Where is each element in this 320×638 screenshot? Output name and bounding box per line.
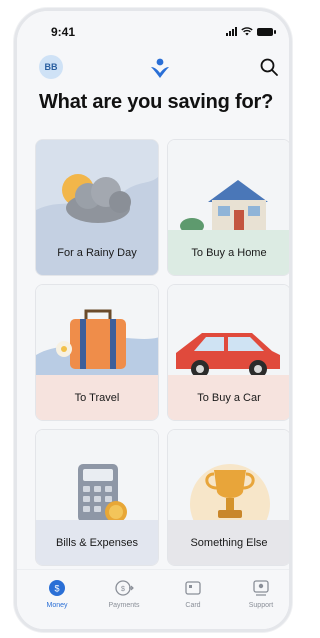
goal-card-bills[interactable]: Bills & Expenses bbox=[35, 429, 159, 566]
goal-card-something-else[interactable]: Something Else bbox=[167, 429, 289, 566]
tab-label: Card bbox=[185, 602, 201, 609]
tab-payments[interactable]: $ Payments bbox=[94, 578, 154, 609]
search-icon[interactable] bbox=[259, 57, 279, 77]
tab-money[interactable]: $ Money bbox=[27, 578, 87, 609]
wifi-icon bbox=[241, 27, 253, 36]
brand-logo-icon bbox=[151, 58, 169, 78]
goal-card-home[interactable]: To Buy a Home bbox=[167, 139, 289, 276]
goal-card-rainy-day[interactable]: For a Rainy Day bbox=[35, 139, 159, 276]
tab-support[interactable]: Support bbox=[231, 578, 289, 609]
status-bar: 9:41 bbox=[17, 25, 289, 43]
goal-label: To Buy a Car bbox=[168, 375, 289, 420]
screen: 9:41 BB What are you saving for? For a R… bbox=[17, 11, 289, 629]
goal-label: For a Rainy Day bbox=[57, 246, 137, 259]
status-time: 9:41 bbox=[51, 25, 76, 39]
tab-label: Support bbox=[248, 602, 274, 609]
tab-label: Payments bbox=[108, 602, 140, 609]
goal-label: To Travel bbox=[36, 375, 158, 420]
page-title: What are you saving for? bbox=[39, 91, 274, 113]
goal-label: Something Else bbox=[168, 520, 289, 565]
payments-icon: $ bbox=[115, 580, 134, 596]
tab-card[interactable]: Card bbox=[163, 578, 223, 609]
status-icons bbox=[226, 27, 276, 36]
phone-frame: 9:41 BB What are you saving for? For a R… bbox=[14, 8, 292, 632]
tab-label: Money bbox=[46, 602, 68, 609]
signal-icon bbox=[226, 27, 237, 36]
svg-text:$: $ bbox=[121, 586, 125, 593]
goal-card-travel[interactable]: To Travel bbox=[35, 284, 159, 421]
goal-label: Bills & Expenses bbox=[36, 520, 158, 565]
avatar[interactable]: BB bbox=[39, 55, 63, 79]
money-icon: $ bbox=[49, 580, 65, 596]
support-icon bbox=[253, 580, 269, 596]
card-icon bbox=[185, 581, 201, 595]
svg-text:$: $ bbox=[54, 584, 59, 594]
tab-bar: $ Money $ Payments Card Support bbox=[17, 569, 289, 629]
battery-icon bbox=[257, 27, 276, 36]
goal-label: To Buy a Home bbox=[168, 230, 289, 275]
goal-card-car[interactable]: To Buy a Car bbox=[167, 284, 289, 421]
